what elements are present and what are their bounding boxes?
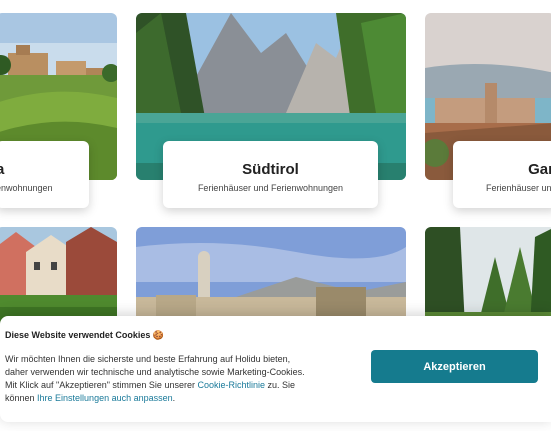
- cookie-policy-link[interactable]: Cookie-Richtlinie: [197, 380, 265, 390]
- destination-title: Gar: [528, 161, 551, 178]
- destination-label-garda[interactable]: Gar Ferienhäuser und: [453, 141, 551, 208]
- destination-image-row2-middle[interactable]: [136, 227, 406, 327]
- destination-title: Südtirol: [242, 161, 299, 178]
- cookie-banner-text: Wir möchten Ihnen die sicherste und best…: [5, 353, 335, 405]
- destination-label-tuscany[interactable]: a enwohnungen: [0, 141, 89, 208]
- cookie-text-fragment: können: [5, 393, 38, 403]
- accept-cookies-button[interactable]: Akzeptieren: [371, 350, 538, 383]
- cookie-text-line: Mit Klick auf "Akzeptieren" stimmen Sie …: [5, 379, 335, 392]
- cookie-text-line: Wir möchten Ihnen die sicherste und best…: [5, 354, 291, 364]
- cookie-text-line: können Ihre Einstellungen auch anpassen.: [5, 392, 335, 405]
- destination-subtitle: Ferienhäuser und: [486, 183, 551, 193]
- destination-label-suedtirol[interactable]: Südtirol Ferienhäuser und Ferienwohnunge…: [163, 141, 378, 208]
- cookie-settings-link[interactable]: Ihre Einstellungen auch anpassen: [37, 393, 173, 403]
- cookie-banner-heading: Diese Website verwendet Cookies 🍪: [5, 330, 165, 340]
- destination-subtitle: Ferienhäuser und Ferienwohnungen: [197, 183, 344, 193]
- forest-image: [425, 227, 551, 327]
- destination-title: a: [0, 161, 5, 178]
- destination-image-row2-right[interactable]: [425, 227, 551, 327]
- cookie-text-line: daher verwenden wir technische und analy…: [5, 367, 305, 377]
- destination-subtitle: enwohnungen: [0, 183, 53, 193]
- cookie-text-fragment: .: [172, 393, 176, 403]
- destination-image-row2-left[interactable]: [0, 227, 117, 327]
- colorful-houses-image: [0, 227, 117, 327]
- cookie-banner: Diese Website verwendet Cookies 🍪 Wir mö…: [0, 316, 551, 422]
- cookie-text-fragment: Mit Klick auf "Akzeptieren" stimmen Sie …: [5, 380, 198, 390]
- cookie-text-fragment: zu. Sie: [265, 380, 296, 390]
- city-view-image: [136, 227, 406, 327]
